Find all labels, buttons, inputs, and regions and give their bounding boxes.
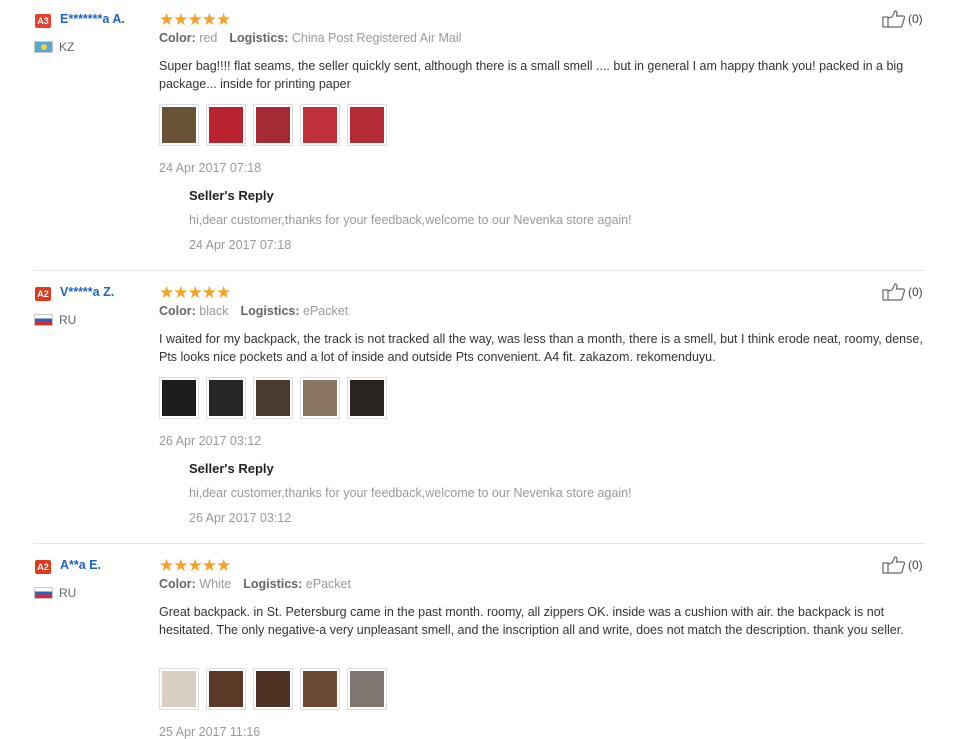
thumbs-up-icon — [882, 283, 906, 301]
star-rating: ★★★★★ — [159, 283, 231, 302]
star-rating: ★★★★★ — [159, 10, 231, 29]
review-photo-thumbnail[interactable] — [300, 377, 340, 419]
logistics-value: ePacket — [303, 304, 349, 318]
seller-reply-title: Seller's Reply — [189, 461, 274, 476]
reviewer-country: RU — [59, 313, 77, 327]
brown-backpack-photo — [256, 671, 290, 707]
buyer-level-badge: A3 — [35, 14, 51, 28]
brown-bag-photo — [162, 107, 196, 143]
review-attributes: Color: White Logistics: ePacket — [159, 577, 351, 591]
review-photo-thumbnail[interactable] — [347, 377, 387, 419]
review-photo-thumbnail[interactable] — [253, 104, 293, 146]
logistics-label: Logistics: — [240, 304, 300, 318]
color-value: White — [199, 577, 232, 591]
review-text: I waited for my backpack, the track is n… — [159, 332, 923, 364]
reviewer-name[interactable]: V*****a Z. — [60, 285, 114, 299]
black-backpack-photo — [350, 380, 384, 416]
logistics-label: Logistics: — [243, 577, 303, 591]
review-photo-thumbnail[interactable] — [347, 104, 387, 146]
buyer-level-badge: A2 — [35, 287, 51, 301]
review-text: Super bag!!!! flat seams, the seller qui… — [159, 59, 904, 91]
seller-reply-date: 26 Apr 2017 03:12 — [189, 511, 292, 525]
review-photo-thumbnail[interactable] — [206, 104, 246, 146]
black-backpack-photo — [256, 380, 290, 416]
helpful-count: (0) — [908, 558, 923, 572]
seller-reply-date: 24 Apr 2017 07:18 — [189, 238, 292, 252]
red-bag-photo — [256, 107, 290, 143]
helpful-count: (0) — [908, 12, 923, 26]
review-date: 24 Apr 2017 07:18 — [159, 161, 262, 175]
color-label: Color: — [159, 304, 196, 318]
color-label: Color: — [159, 577, 196, 591]
review-photo-thumbnail[interactable] — [347, 668, 387, 710]
red-bag-photo — [209, 107, 243, 143]
helpful-count: (0) — [908, 285, 923, 299]
seller-reply-text: hi,dear customer,thanks for your feedbac… — [189, 213, 632, 227]
review-attributes: Color: black Logistics: ePacket — [159, 304, 348, 318]
review-photo-thumbnail[interactable] — [159, 104, 199, 146]
brown-backpack-photo — [303, 671, 337, 707]
black-backpack-photo — [209, 380, 243, 416]
logistics-label: Logistics: — [229, 31, 289, 45]
thumbs-up-icon — [882, 556, 906, 574]
review-date: 25 Apr 2017 11:16 — [159, 725, 261, 739]
logistics-value: China Post Registered Air Mail — [291, 31, 462, 45]
buyer-level-badge: A2 — [35, 560, 51, 574]
color-value: black — [199, 304, 229, 318]
review-photo-thumbnail[interactable] — [159, 668, 199, 710]
review-photo-thumbnail[interactable] — [300, 104, 340, 146]
brown-backpack-photo — [209, 671, 243, 707]
review-divider — [33, 270, 925, 271]
reviewer-country: KZ — [59, 40, 75, 54]
reviewer-country: RU — [59, 586, 77, 600]
white-backpack-photo — [162, 671, 196, 707]
review-attributes: Color: red Logistics: China Post Register… — [159, 31, 461, 45]
reviewer-name[interactable]: E*******a A. — [60, 12, 125, 26]
review-text: Great backpack. in St. Petersburg came i… — [159, 605, 904, 637]
black-backpack-photo — [303, 380, 337, 416]
color-value: red — [199, 31, 218, 45]
logistics-value: ePacket — [305, 577, 351, 591]
review-photo-thumbnail[interactable] — [206, 668, 246, 710]
red-bag-photo — [303, 107, 337, 143]
red-bag-photo — [350, 107, 384, 143]
review-photo-thumbnail[interactable] — [206, 377, 246, 419]
star-rating: ★★★★★ — [159, 556, 231, 575]
russia-flag-icon — [34, 314, 53, 326]
review-photo-thumbnail[interactable] — [159, 377, 199, 419]
reviewer-name[interactable]: A**a E. — [60, 558, 101, 572]
thumbs-up-icon — [882, 10, 906, 28]
review-photo-thumbnail[interactable] — [300, 668, 340, 710]
review-photo-thumbnail[interactable] — [253, 377, 293, 419]
review-divider — [33, 543, 925, 544]
review-date: 26 Apr 2017 03:12 — [159, 434, 262, 448]
review-photo-thumbnail[interactable] — [253, 668, 293, 710]
kazakhstan-flag-icon — [34, 41, 53, 53]
black-backpack-photo — [162, 380, 196, 416]
seller-reply-text: hi,dear customer,thanks for your feedbac… — [189, 486, 632, 500]
color-label: Color: — [159, 31, 196, 45]
russia-flag-icon — [34, 587, 53, 599]
grey-backpack-photo — [350, 671, 384, 707]
seller-reply-title: Seller's Reply — [189, 188, 274, 203]
